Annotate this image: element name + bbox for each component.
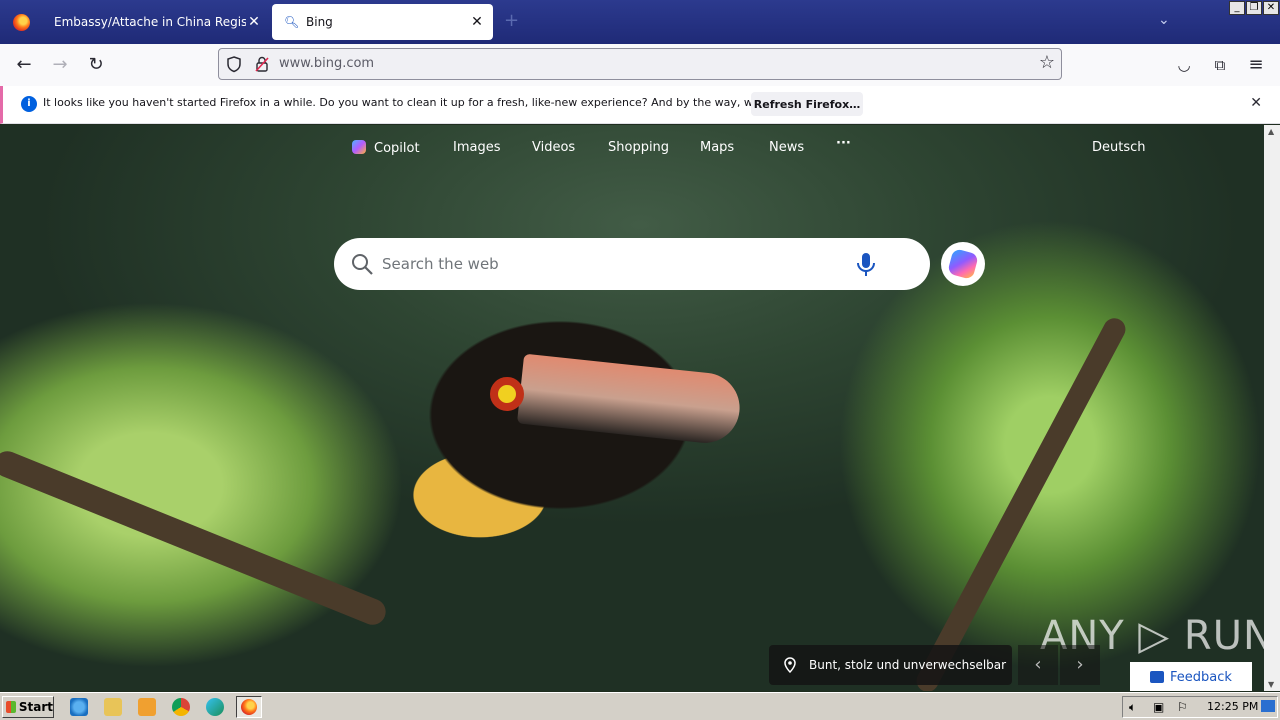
firefox-menu-button[interactable]: [0, 0, 42, 44]
bing-homepage: Copilot Images Videos Shopping Maps News…: [0, 125, 1264, 691]
nav-images[interactable]: Images: [453, 140, 501, 155]
feedback-label: Feedback: [1170, 669, 1232, 685]
url-text[interactable]: www.bing.com: [279, 56, 374, 71]
branch-decoration: [0, 447, 390, 629]
refresh-firefox-button[interactable]: Refresh Firefox…: [751, 92, 863, 116]
lock-insecure-icon[interactable]: [253, 55, 271, 73]
scroll-up-icon[interactable]: ▲: [1268, 127, 1274, 136]
windows-logo-icon: [6, 701, 16, 713]
tab-close-icon[interactable]: ✕: [246, 14, 262, 30]
volume-icon[interactable]: 🔈︎: [1129, 700, 1136, 715]
shield-icon[interactable]: [225, 55, 243, 73]
nav-news[interactable]: News: [769, 140, 804, 155]
nav-maps[interactable]: Maps: [700, 140, 734, 155]
forward-arrow-icon[interactable]: →: [48, 53, 72, 77]
new-tab-icon[interactable]: +: [504, 10, 519, 31]
tab-title: Embassy/Attache in China Registration: [54, 15, 246, 29]
language-link[interactable]: Deutsch: [1092, 140, 1146, 155]
feedback-button[interactable]: Feedback: [1130, 662, 1252, 691]
restore-window-icon[interactable]: ❐: [1246, 1, 1262, 15]
firefox-taskbar-button[interactable]: [236, 696, 262, 718]
navigation-toolbar: ← → ↻ www.bing.com ☆ ◡ ⧉ ≡: [0, 44, 1280, 86]
notification-message: It looks like you haven't started Firefo…: [43, 96, 827, 109]
image-caption[interactable]: Bunt, stolz und unverwechselbar: [769, 645, 1012, 685]
system-tray: 🔈︎ ▣ ⚐ 12:25 PM: [1122, 696, 1278, 718]
vertical-scrollbar[interactable]: ▲ ▼: [1264, 125, 1280, 691]
media-player-icon[interactable]: [138, 698, 156, 716]
scroll-down-icon[interactable]: ▼: [1268, 680, 1274, 689]
flag-icon[interactable]: ⚐: [1177, 700, 1188, 714]
windows-taskbar: Start 🔈︎ ▣ ⚐ 12:25 PM: [0, 692, 1280, 720]
search-box[interactable]: [334, 238, 930, 290]
search-icon: [352, 254, 373, 275]
extensions-puzzle-icon[interactable]: ⧉: [1208, 53, 1232, 77]
copilot-icon: [352, 140, 366, 154]
nav-videos[interactable]: Videos: [532, 140, 575, 155]
url-bar[interactable]: www.bing.com ☆: [218, 48, 1062, 80]
nav-copilot[interactable]: Copilot: [352, 140, 420, 156]
bookmark-star-icon[interactable]: ☆: [1039, 52, 1055, 73]
start-button[interactable]: Start: [2, 696, 54, 718]
search-favicon-icon: 🔍︎: [284, 15, 300, 29]
tab-title: Bing: [306, 15, 333, 29]
previous-image-icon[interactable]: ‹: [1018, 645, 1058, 685]
network-icon[interactable]: ▣: [1153, 700, 1164, 714]
close-window-icon[interactable]: ✕: [1263, 1, 1279, 15]
caption-text: Bunt, stolz und unverwechselbar: [809, 658, 1007, 672]
nav-shopping[interactable]: Shopping: [608, 140, 669, 155]
hamburger-menu-icon[interactable]: ≡: [1244, 53, 1268, 77]
minimize-window-icon[interactable]: _: [1229, 1, 1245, 15]
firefox-logo-icon: [241, 699, 257, 715]
pocket-icon[interactable]: ◡: [1172, 53, 1196, 77]
feedback-icon: [1150, 671, 1165, 683]
reload-icon[interactable]: ↻: [84, 53, 108, 77]
nav-more-icon[interactable]: ···: [836, 136, 851, 151]
copilot-icon: [947, 248, 979, 280]
next-image-icon[interactable]: ›: [1060, 645, 1100, 685]
edge-icon[interactable]: [206, 698, 224, 716]
show-desktop-icon[interactable]: [1261, 700, 1275, 712]
toucan-beak-decoration: [516, 353, 744, 447]
location-pin-icon: [784, 657, 796, 673]
info-icon: i: [21, 96, 37, 112]
start-label: Start: [18, 700, 53, 714]
tab-embassy[interactable]: Embassy/Attache in China Registration ✕: [42, 4, 270, 40]
bing-top-nav: Copilot Images Videos Shopping Maps News…: [0, 136, 1264, 160]
internet-explorer-icon[interactable]: [70, 698, 88, 716]
back-arrow-icon[interactable]: ←: [12, 53, 36, 77]
clock: 12:25 PM: [1207, 700, 1259, 713]
toucan-eye-decoration: [490, 377, 524, 411]
search-input[interactable]: [382, 248, 842, 280]
close-icon[interactable]: ✕: [1250, 95, 1262, 111]
tab-strip: Embassy/Attache in China Registration ✕ …: [0, 0, 1280, 44]
microphone-icon[interactable]: [856, 252, 876, 278]
copilot-button[interactable]: [941, 242, 985, 286]
chrome-icon[interactable]: [172, 698, 190, 716]
tab-close-icon[interactable]: ✕: [469, 14, 485, 30]
folder-icon[interactable]: [104, 698, 122, 716]
firefox-logo-icon: [12, 13, 30, 31]
notification-bar: i It looks like you haven't started Fire…: [0, 86, 1280, 124]
chevron-down-icon[interactable]: ⌄: [1158, 12, 1170, 28]
tab-bing[interactable]: 🔍︎ Bing ✕: [272, 4, 493, 40]
